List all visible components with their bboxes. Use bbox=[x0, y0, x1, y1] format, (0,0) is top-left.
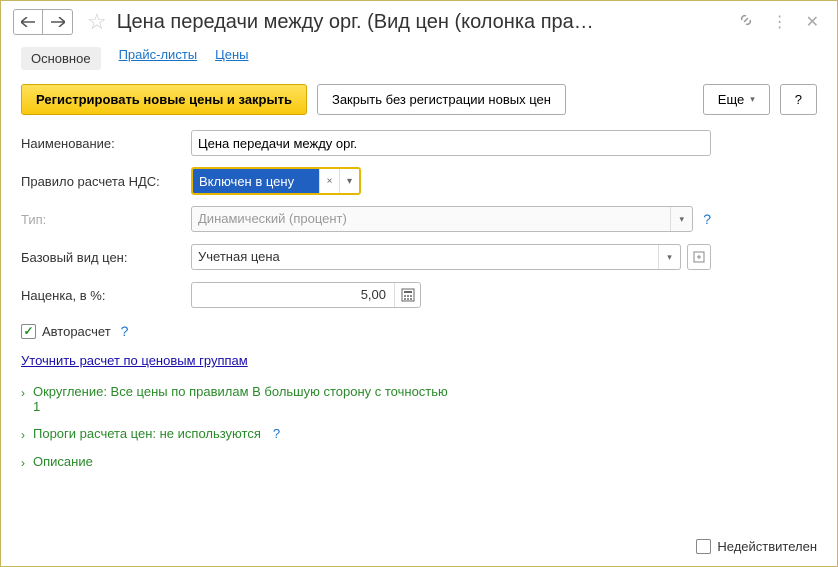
name-label: Наименование: bbox=[21, 136, 191, 151]
more-button[interactable]: Еще bbox=[703, 84, 770, 115]
page-title: Цена передачи между орг. (Вид цен (колон… bbox=[117, 11, 726, 34]
favorite-star-icon[interactable]: ☆ bbox=[87, 9, 107, 35]
nav-forward-button[interactable] bbox=[43, 9, 73, 35]
thresholds-text: Пороги расчета цен: не используются bbox=[33, 426, 261, 441]
description-text: Описание bbox=[33, 454, 93, 469]
close-without-register-button[interactable]: Закрыть без регистрации новых цен bbox=[317, 84, 566, 115]
vat-rule-value: Включен в цену bbox=[193, 169, 319, 193]
rounding-text: Округление: Все цены по правилам В больш… bbox=[33, 384, 448, 399]
vat-rule-clear-icon[interactable]: × bbox=[319, 169, 339, 193]
rounding-precision: 1 bbox=[33, 399, 448, 414]
vat-rule-combo[interactable]: Включен в цену × ▾ bbox=[191, 167, 361, 195]
vat-rule-dropdown-icon[interactable]: ▾ bbox=[339, 169, 359, 193]
autocalc-help-icon[interactable]: ? bbox=[121, 323, 129, 339]
inactive-label: Недействителен bbox=[717, 539, 817, 554]
base-price-select[interactable]: Учетная цена ▾ bbox=[191, 244, 681, 270]
type-help-icon[interactable]: ? bbox=[703, 211, 711, 227]
rounding-section[interactable]: › Округление: Все цены по правилам В бол… bbox=[21, 378, 817, 420]
autocalc-checkbox[interactable]: ✓ bbox=[21, 324, 36, 339]
kebab-menu-icon[interactable]: ⋮ bbox=[772, 12, 788, 32]
markup-value: 5,00 bbox=[192, 283, 394, 307]
type-value: Динамический (процент) bbox=[192, 207, 670, 231]
refine-by-groups-link[interactable]: Уточнить расчет по ценовым группам bbox=[21, 353, 248, 368]
nav-back-button[interactable] bbox=[13, 9, 43, 35]
calculator-icon[interactable] bbox=[394, 283, 420, 307]
autocalc-label: Авторасчет bbox=[42, 324, 111, 339]
chevron-right-icon: › bbox=[21, 426, 25, 442]
markup-input[interactable]: 5,00 bbox=[191, 282, 421, 308]
thresholds-help-icon[interactable]: ? bbox=[273, 426, 280, 441]
name-input[interactable] bbox=[191, 130, 711, 156]
inactive-checkbox[interactable]: ✓ bbox=[696, 539, 711, 554]
base-price-open-icon[interactable] bbox=[687, 244, 711, 270]
chevron-right-icon: › bbox=[21, 384, 25, 400]
link-icon[interactable] bbox=[738, 12, 754, 33]
thresholds-section[interactable]: › Пороги расчета цен: не используются ? bbox=[21, 420, 817, 448]
tab-main[interactable]: Основное bbox=[21, 47, 101, 70]
close-icon[interactable]: ✕ bbox=[806, 12, 819, 32]
markup-label: Наценка, в %: bbox=[21, 288, 191, 303]
vat-rule-label: Правило расчета НДС: bbox=[21, 174, 191, 189]
base-price-dropdown-icon[interactable]: ▾ bbox=[658, 245, 680, 269]
type-label: Тип: bbox=[21, 212, 191, 227]
help-button[interactable]: ? bbox=[780, 84, 817, 115]
register-and-close-button[interactable]: Регистрировать новые цены и закрыть bbox=[21, 84, 307, 115]
type-select: Динамический (процент) ▾ bbox=[191, 206, 693, 232]
base-price-label: Базовый вид цен: bbox=[21, 250, 191, 265]
type-dropdown-icon: ▾ bbox=[670, 207, 692, 231]
chevron-right-icon: › bbox=[21, 454, 25, 470]
base-price-value: Учетная цена bbox=[192, 245, 658, 269]
description-section[interactable]: › Описание bbox=[21, 448, 817, 476]
tab-prices[interactable]: Цены bbox=[215, 47, 248, 70]
tab-pricelists[interactable]: Прайс-листы bbox=[119, 47, 198, 70]
